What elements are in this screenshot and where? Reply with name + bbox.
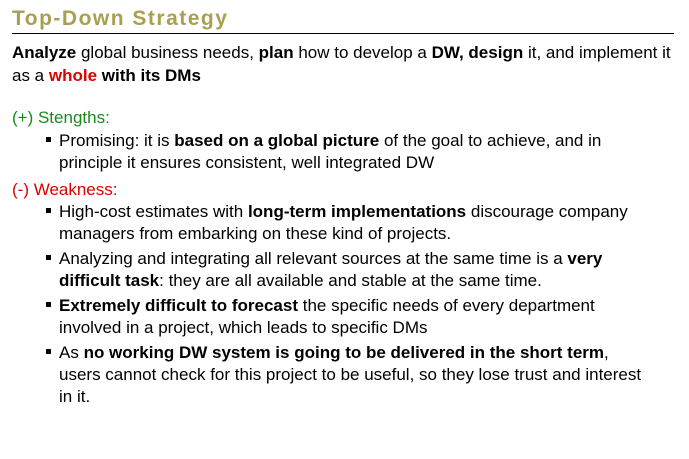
strength-item-text-bold: based on a global picture xyxy=(174,131,380,150)
intro-text-analyze: Analyze xyxy=(12,43,77,62)
weakness-item-text-a: Analyzing and integrating all relevant s… xyxy=(59,249,568,268)
intro-text-whole: whole xyxy=(48,66,98,85)
title-underline-divider xyxy=(12,33,674,34)
square-bullet-icon xyxy=(46,349,51,354)
weakness-item-text-bold: no working DW system is going to be deli… xyxy=(83,343,605,362)
weakness-item-text-bold: Extremely difficult to forecast xyxy=(59,296,299,315)
intro-text-dw-design: DW, design xyxy=(431,43,524,62)
weakness-item-text-a: As xyxy=(59,343,84,362)
intro-text-with-dms: with its DMs xyxy=(97,66,201,85)
strength-item-text-a: Promising: it is xyxy=(59,131,175,150)
intro-paragraph: Analyze global business needs, plan how … xyxy=(12,41,672,87)
strength-item: Promising: it is based on a global pictu… xyxy=(46,130,646,174)
weakness-item: Analyzing and integrating all relevant s… xyxy=(46,248,646,292)
intro-text-plan: plan xyxy=(258,43,294,62)
weakness-item: Extremely difficult to forecast the spec… xyxy=(46,295,646,339)
weakness-item-text-c: : they are all available and stable at t… xyxy=(159,271,542,290)
intro-text-2: global business needs, xyxy=(76,43,259,62)
weakness-item: High-cost estimates with long-term imple… xyxy=(46,201,646,245)
weakness-item: As no working DW system is going to be d… xyxy=(46,342,646,408)
weakness-item-text-bold: long-term implementations xyxy=(247,202,467,221)
strengths-heading: (+) Stengths: xyxy=(12,108,110,127)
square-bullet-icon xyxy=(46,208,51,213)
square-bullet-icon xyxy=(46,302,51,307)
square-bullet-icon xyxy=(46,255,51,260)
square-bullet-icon xyxy=(46,137,51,142)
weakness-item-text-a: High-cost estimates with xyxy=(59,202,248,221)
weakness-list: High-cost estimates with long-term imple… xyxy=(46,201,646,411)
slide-title: Top-Down Strategy xyxy=(12,7,229,30)
intro-text-4: how to develop a xyxy=(293,43,432,62)
weakness-heading: (-) Weakness: xyxy=(12,180,118,199)
strengths-list: Promising: it is based on a global pictu… xyxy=(46,130,646,177)
